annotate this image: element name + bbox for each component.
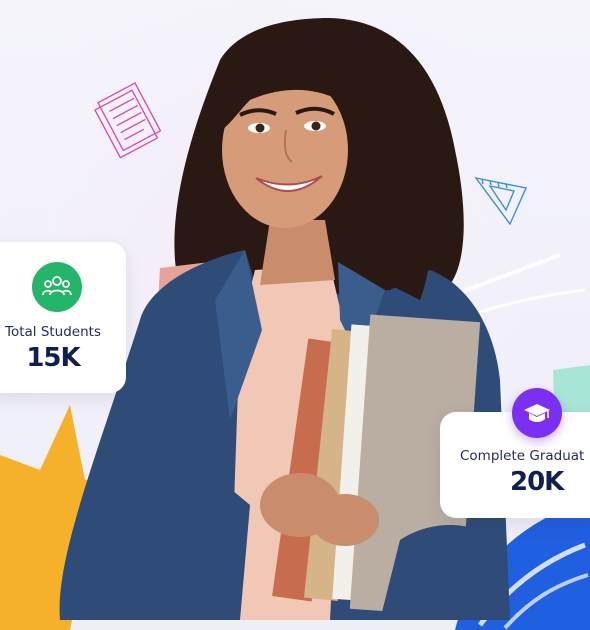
users-icon [42,276,72,296]
hero-scene: Total Students 15K Complete Graduat 20K [0,0,590,630]
stat-label: Complete Graduat [460,448,585,464]
stat-label: Total Students [5,324,101,340]
stat-value: 20K [510,467,564,497]
graduation-cap-icon-badge [512,388,562,438]
graduation-cap-icon [524,404,550,422]
users-icon-badge [32,262,82,312]
total-students-card: Total Students 15K [0,242,126,393]
graduates-card: Complete Graduat 20K [440,412,590,518]
stat-value: 15K [26,343,80,373]
